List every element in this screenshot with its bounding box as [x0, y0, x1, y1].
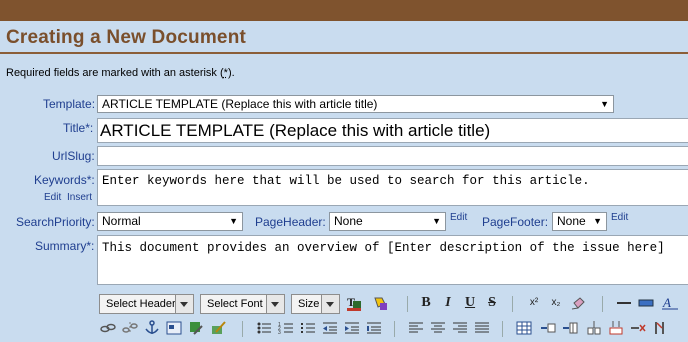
outdent-icon[interactable] — [322, 320, 338, 336]
insert-row-icon[interactable] — [540, 320, 556, 336]
page-header-dropdown-arrow-icon: ▼ — [432, 216, 441, 226]
page-footer-edit-link[interactable]: Edit — [611, 212, 628, 223]
select-font-dropdown[interactable]: Select Font — [200, 294, 285, 314]
svg-text:3: 3 — [278, 330, 281, 336]
title-label: Title*: — [63, 121, 93, 135]
keywords-label-colon: : — [91, 173, 95, 187]
template-select[interactable]: ARTICLE TEMPLATE (Replace this with arti… — [97, 95, 614, 113]
size-arrow-icon — [321, 295, 339, 313]
toolbar-separator — [242, 321, 243, 337]
select-font-arrow-icon — [266, 295, 284, 313]
template-dropdown-arrow-icon: ▼ — [600, 99, 609, 109]
top-banner — [0, 0, 688, 21]
bullet-list-icon[interactable] — [256, 320, 272, 336]
select-header-dropdown[interactable]: Select Header — [99, 294, 194, 314]
summary-label-colon: : — [91, 239, 95, 253]
required-note-suffix: ). — [227, 67, 235, 79]
title-label-colon: : — [89, 121, 94, 135]
link-icon[interactable] — [100, 320, 116, 336]
template-select-value: ARTICLE TEMPLATE (Replace this with arti… — [102, 97, 378, 111]
svg-text:A: A — [662, 295, 671, 310]
insert-table-icon[interactable] — [516, 320, 532, 336]
delete-column-icon[interactable] — [652, 320, 668, 336]
title-label-text: Title — [63, 121, 86, 135]
toolbar-separator — [602, 296, 603, 312]
toolbar-separator — [502, 321, 503, 337]
underline-button[interactable]: U — [462, 295, 478, 311]
page-footer-value: None — [557, 214, 586, 228]
anchor-icon[interactable] — [144, 320, 160, 336]
urlslug-label: UrlSlug: — [52, 149, 95, 163]
template-label: Template: — [43, 97, 96, 111]
search-priority-label: SearchPriority: — [16, 215, 95, 229]
keywords-label: Keywords*: — [34, 173, 95, 187]
page-footer-select[interactable]: None ▼ — [552, 212, 607, 231]
keywords-edit-link[interactable]: Edit — [44, 192, 61, 203]
list-style-icon[interactable] — [300, 320, 316, 336]
superscript-button[interactable]: x² — [526, 295, 542, 311]
insert-column-icon[interactable] — [562, 320, 578, 336]
indent-icon[interactable] — [344, 320, 360, 336]
styles-icon[interactable]: A — [662, 295, 678, 311]
page-header-value: None — [334, 214, 363, 228]
numbered-list-icon[interactable]: 123 — [278, 320, 294, 336]
align-right-icon[interactable] — [452, 320, 468, 336]
split-cell-icon[interactable] — [586, 320, 602, 336]
insert-snippet-icon[interactable] — [210, 320, 226, 336]
search-priority-select[interactable]: Normal ▼ — [97, 212, 243, 231]
page-footer-label: PageFooter: — [482, 215, 549, 229]
select-header-arrow-icon — [175, 295, 193, 313]
insert-field-icon[interactable] — [638, 295, 654, 311]
insert-image-icon[interactable] — [166, 320, 182, 336]
toolbar-separator — [407, 296, 408, 312]
text-color-icon[interactable]: T — [346, 295, 362, 311]
page-header-edit-link[interactable]: Edit — [450, 212, 467, 223]
insert-media-icon[interactable] — [188, 320, 204, 336]
keywords-textarea[interactable]: Enter keywords here that will be used to… — [97, 169, 688, 206]
merge-cell-icon[interactable] — [608, 320, 624, 336]
summary-textarea[interactable]: This document provides an overview of [E… — [97, 235, 688, 285]
italic-button[interactable]: I — [440, 295, 456, 311]
page-title: Creating a New Document — [6, 27, 247, 48]
delete-row-icon[interactable] — [630, 320, 646, 336]
toolbar-separator — [512, 296, 513, 312]
select-font-label: Select Font — [207, 298, 263, 310]
page-header-label: PageHeader: — [255, 215, 326, 229]
select-header-label: Select Header — [106, 298, 176, 310]
required-note-prefix: Required fields are marked with an aster… — [6, 67, 224, 79]
horizontal-rule-icon[interactable] — [616, 295, 632, 311]
strikethrough-button[interactable]: S — [484, 295, 500, 311]
toolbar-separator — [394, 321, 395, 337]
keywords-label-text: Keywords — [34, 173, 87, 187]
align-justify-icon[interactable] — [474, 320, 490, 336]
subscript-button[interactable]: x₂ — [548, 295, 564, 311]
page-footer-dropdown-arrow-icon: ▼ — [593, 216, 602, 226]
blockquote-icon[interactable] — [366, 320, 382, 336]
summary-label: Summary*: — [35, 239, 94, 253]
align-center-icon[interactable] — [430, 320, 446, 336]
title-input[interactable]: ARTICLE TEMPLATE (Replace this with arti… — [97, 118, 688, 143]
align-left-icon[interactable] — [408, 320, 424, 336]
size-dropdown[interactable]: Size — [291, 294, 340, 314]
keywords-insert-link[interactable]: Insert — [67, 192, 92, 203]
summary-label-text: Summary — [35, 239, 87, 253]
title-divider — [0, 52, 688, 54]
page-header-select[interactable]: None ▼ — [329, 212, 446, 231]
highlight-color-icon[interactable] — [372, 295, 388, 311]
unlink-icon[interactable] — [122, 320, 138, 336]
search-priority-dropdown-arrow-icon: ▼ — [229, 216, 238, 226]
search-priority-value: Normal — [102, 214, 141, 228]
urlslug-input[interactable] — [97, 146, 688, 166]
required-fields-note: Required fields are marked with an aster… — [6, 67, 235, 79]
size-label: Size — [298, 298, 320, 310]
bold-button[interactable]: B — [418, 295, 434, 311]
remove-format-icon[interactable] — [570, 295, 586, 311]
